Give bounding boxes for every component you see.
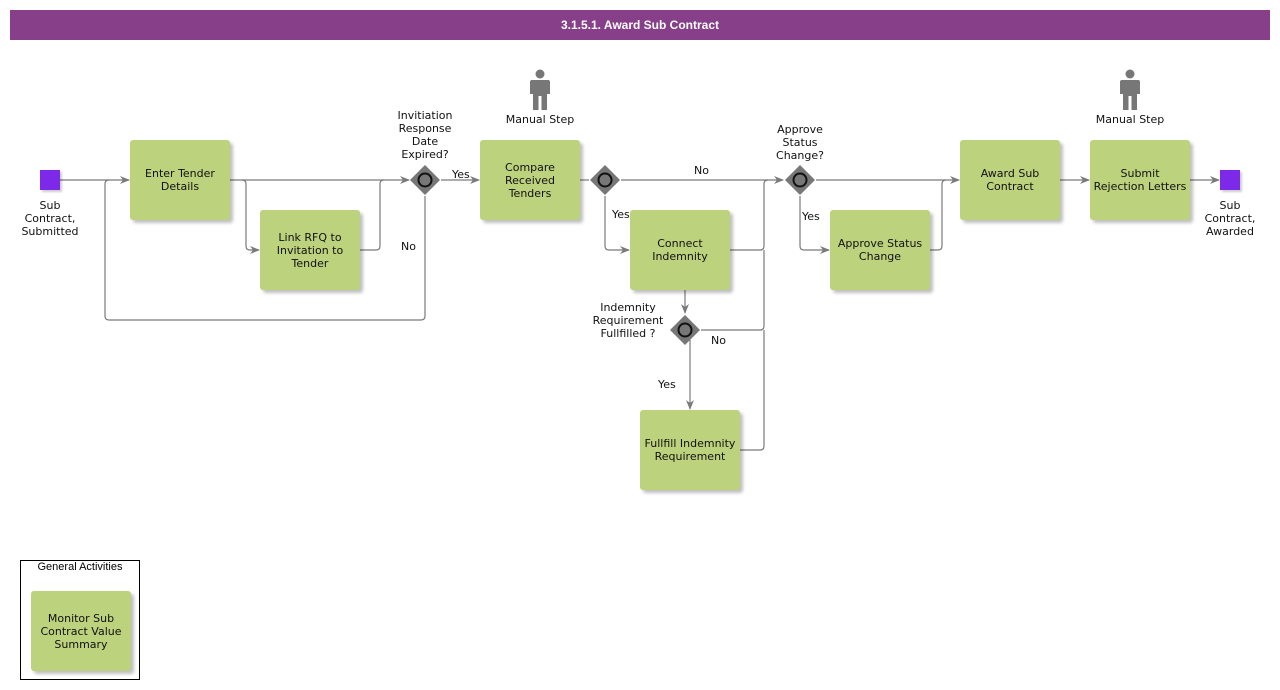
- end-event[interactable]: [1220, 170, 1240, 190]
- end-event-label: Sub Contract, Awarded: [1204, 199, 1256, 238]
- task-submit-rejection-letters[interactable]: Submit Rejection Letters: [1090, 140, 1190, 220]
- task-enter-tender-details[interactable]: Enter Tender Details: [130, 140, 230, 220]
- flow-connect-indemnity-out: [730, 179, 769, 251]
- edge-label-indemnity-no: No: [711, 334, 726, 347]
- gateway-invitation-expired-label: Invitiation Response Date Expired?: [397, 109, 453, 161]
- flow-link-rfq-to-gateway: [360, 179, 385, 251]
- task-award-sub-contract[interactable]: Award Sub Contract: [960, 140, 1060, 220]
- edge-label-approve-yes: Yes: [802, 210, 820, 223]
- task-fulfill-indemnity[interactable]: Fullfill Indemnity Requirement: [640, 410, 740, 490]
- gateway-approve-status-change[interactable]: [784, 164, 816, 196]
- manual-step-label: Manual Step: [1095, 113, 1165, 126]
- edge-label-indemnity-yes: Yes: [658, 378, 676, 391]
- gateway-invitation-expired[interactable]: [409, 164, 441, 196]
- start-event-label: Sub Contract, Submitted: [21, 199, 79, 238]
- start-event[interactable]: [40, 170, 60, 190]
- connectors-layer: [60, 176, 1220, 451]
- edge-label-compare-no: No: [694, 164, 709, 177]
- flow-enter-tender-to-link-rfq: [241, 179, 260, 254]
- edge-label-compare-yes: Yes: [612, 208, 630, 221]
- task-monitor-sub-contract-value[interactable]: Monitor Sub Contract Value Summary: [31, 591, 131, 671]
- flow-approve-yes: [799, 196, 830, 254]
- manual-step-label: Manual Step: [505, 113, 575, 126]
- general-activities-group: General Activities Monitor Sub Contract …: [20, 560, 140, 680]
- task-approve-status-change[interactable]: Approve Status Change: [830, 210, 930, 290]
- gateway-indemnity-fulfilled[interactable]: [669, 314, 701, 346]
- task-connect-indemnity[interactable]: Connect Indemnity: [630, 210, 730, 290]
- gateway-indemnity-fulfilled-label: Indemnity Requirement Fullfilled ?: [592, 301, 664, 340]
- flow-approve-status-out: [930, 179, 947, 251]
- edge-label-invitation-no: No: [401, 240, 416, 253]
- gateway-approve-status-change-label: Approve Status Change?: [776, 123, 824, 162]
- flow-compare-yes: [604, 196, 630, 254]
- task-compare-received-tenders[interactable]: Compare Received Tenders: [480, 140, 580, 220]
- manual-step-person-icon: [530, 69, 550, 110]
- task-link-rfq[interactable]: Link RFQ to Invitation to Tender: [260, 210, 360, 290]
- group-title: General Activities: [37, 561, 123, 573]
- manual-step-person-icon: [1120, 69, 1140, 110]
- gateway-compare-result[interactable]: [589, 164, 621, 196]
- flow-fulfill-out: [740, 330, 765, 451]
- edge-label-invitation-yes: Yes: [452, 168, 470, 181]
